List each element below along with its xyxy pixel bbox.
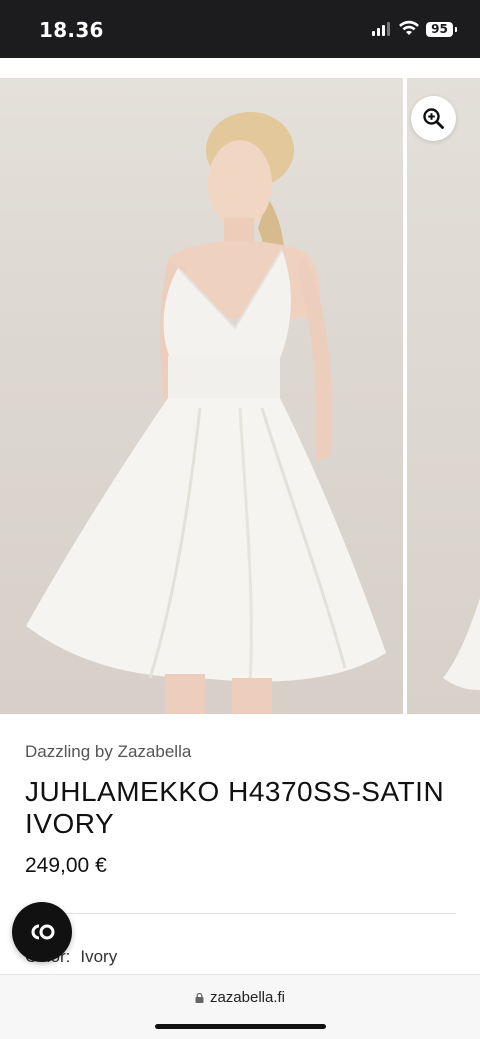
- product-photo-main[interactable]: [0, 78, 403, 714]
- browser-url-bar[interactable]: zazabella.fi: [0, 974, 480, 1039]
- product-brand[interactable]: Dazzling by Zazabella: [25, 742, 191, 762]
- lock-icon: [195, 993, 204, 1003]
- product-gallery[interactable]: [0, 78, 480, 714]
- product-price: 249,00 €: [25, 854, 107, 877]
- color-value: Ivory: [80, 947, 118, 966]
- model-photo: [26, 112, 386, 714]
- status-time: 18.36: [39, 18, 104, 42]
- product-photo-next[interactable]: [407, 78, 480, 714]
- home-indicator: [155, 1024, 326, 1029]
- product-title: JUHLAMEKKO H4370SS-SATIN IVORY: [25, 776, 445, 839]
- wifi-icon: [399, 20, 419, 35]
- status-bar: 18.36 95: [0, 0, 480, 58]
- battery-tip: [455, 27, 457, 32]
- chat-button[interactable]: [12, 902, 72, 962]
- next-photo: [443, 598, 480, 690]
- url-display[interactable]: zazabella.fi: [0, 989, 480, 1006]
- signal-icon: [372, 22, 392, 36]
- url-text: zazabella.fi: [209, 989, 286, 1006]
- divider: [25, 913, 456, 914]
- zoom-in-icon: [423, 108, 444, 129]
- zoom-button[interactable]: [411, 96, 456, 141]
- chat-logo-icon: [31, 924, 55, 940]
- battery-icon: 95: [426, 22, 453, 37]
